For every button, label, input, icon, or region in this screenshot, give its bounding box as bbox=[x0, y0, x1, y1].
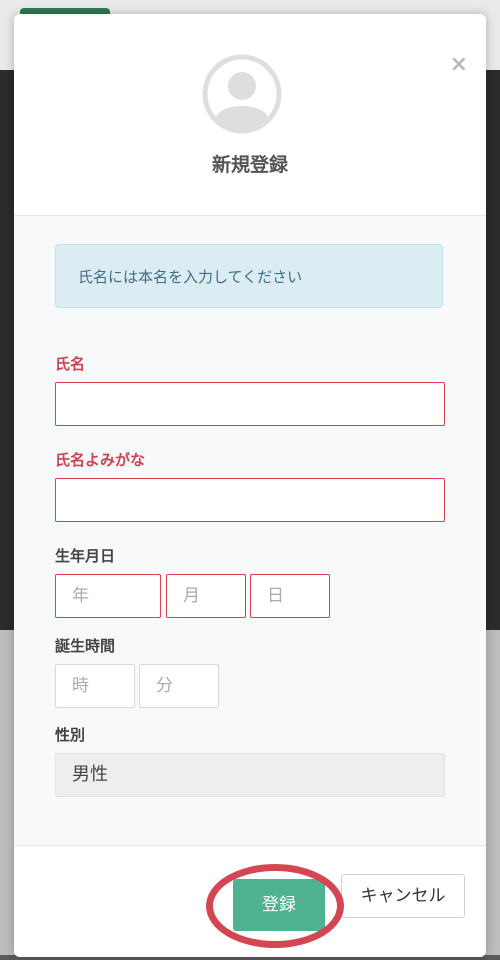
name-input[interactable] bbox=[55, 382, 445, 426]
modal-footer: 登録 キャンセル bbox=[14, 845, 486, 957]
birth-day-input[interactable]: 日 bbox=[250, 574, 330, 618]
registration-modal: 新規登録 × 氏名には本名を入力してください 氏名 氏名よみがな 生年月日 年 … bbox=[14, 14, 486, 957]
birth-hour-input[interactable]: 時 bbox=[55, 664, 135, 708]
register-button[interactable]: 登録 bbox=[233, 879, 325, 931]
birth-minute-input[interactable]: 分 bbox=[139, 664, 219, 708]
close-icon[interactable]: × bbox=[450, 54, 468, 76]
modal-title: 新規登録 bbox=[211, 154, 288, 176]
birthdate-label: 生年月日 bbox=[55, 547, 116, 565]
name-label: 氏名 bbox=[55, 355, 86, 373]
kana-label: 氏名よみがな bbox=[55, 451, 146, 469]
name-notice: 氏名には本名を入力してください bbox=[55, 244, 443, 308]
modal-header: 新規登録 × bbox=[14, 14, 486, 216]
gender-select[interactable]: 男性 bbox=[55, 753, 445, 797]
kana-input[interactable] bbox=[55, 478, 445, 522]
birth-month-input[interactable]: 月 bbox=[166, 574, 246, 618]
birth-year-input[interactable]: 年 bbox=[55, 574, 161, 618]
birthtime-label: 誕生時間 bbox=[55, 637, 116, 655]
gender-label: 性別 bbox=[55, 726, 86, 744]
user-avatar-icon bbox=[202, 54, 282, 134]
modal-body: 氏名には本名を入力してください 氏名 氏名よみがな 生年月日 年 月 日 誕生時… bbox=[14, 215, 486, 845]
cancel-button[interactable]: キャンセル bbox=[341, 874, 465, 918]
